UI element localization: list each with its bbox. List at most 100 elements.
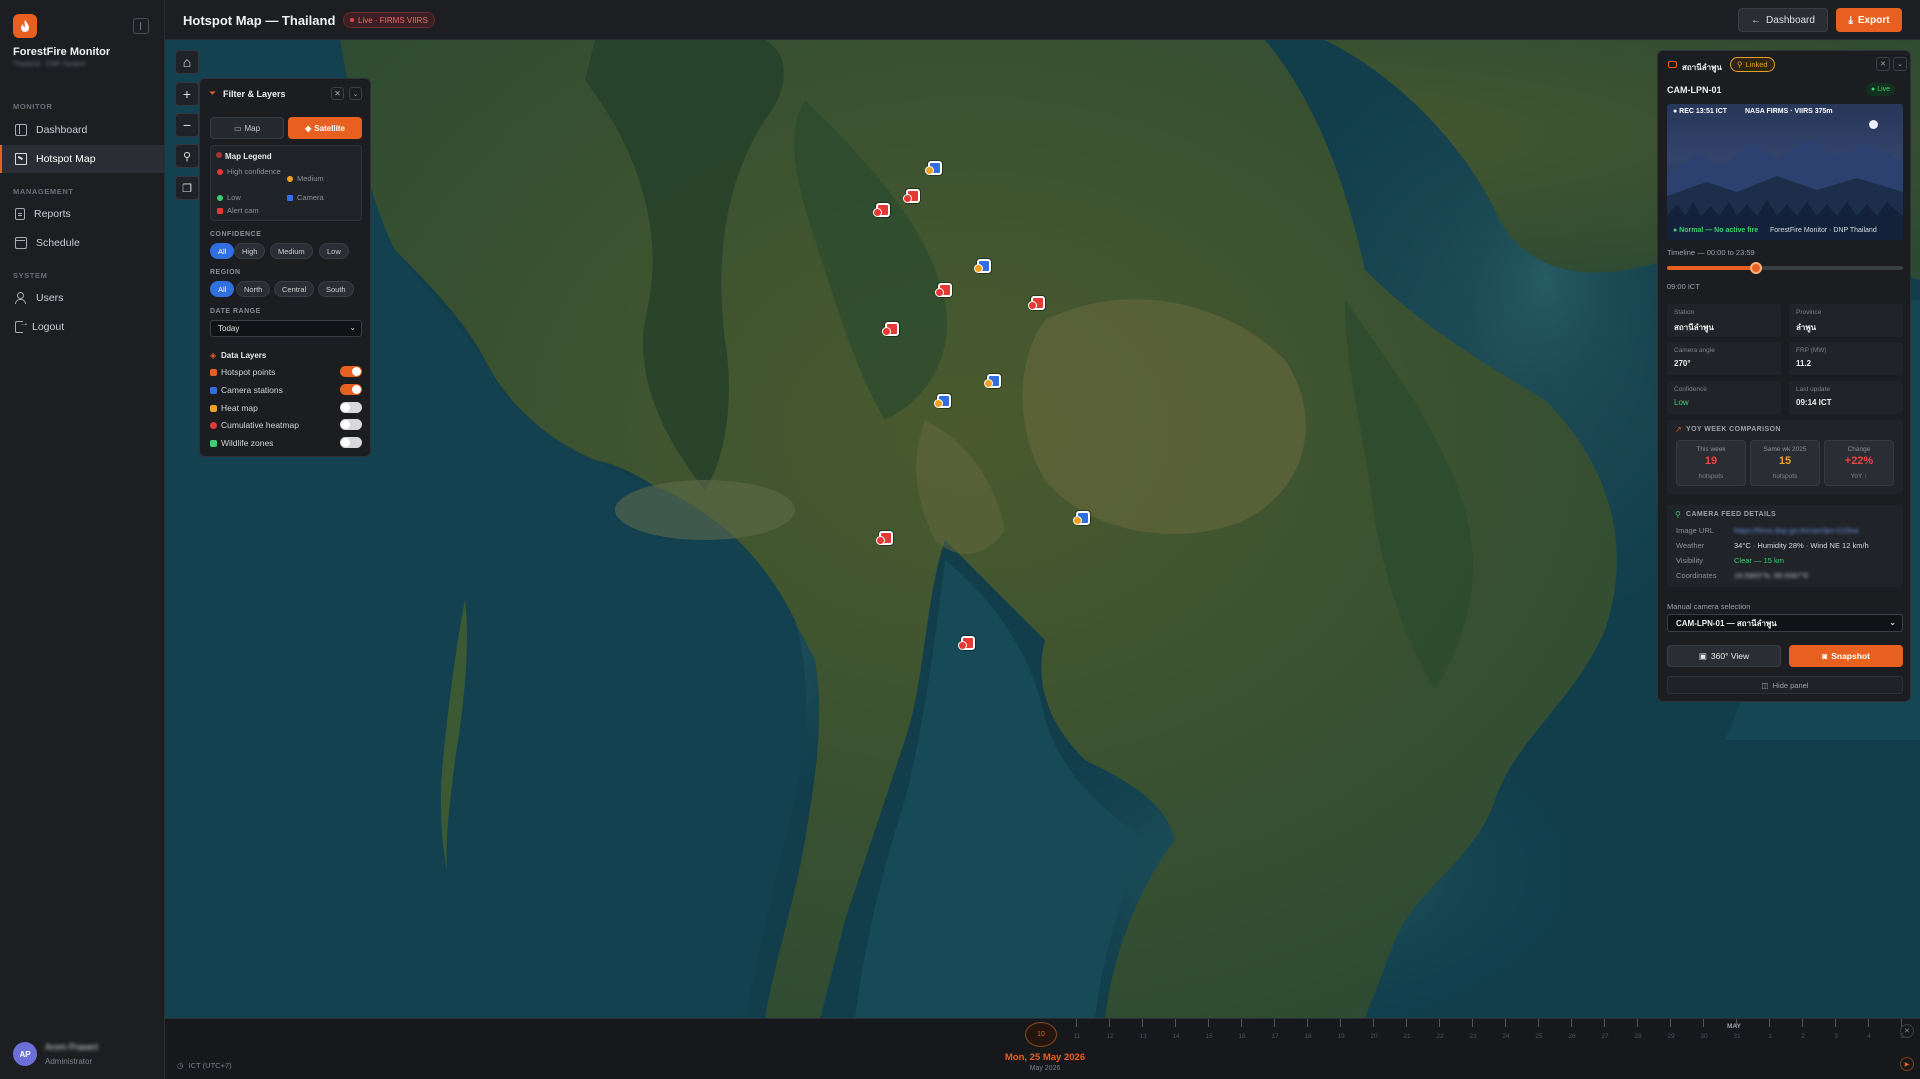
timezone-text: ICT (UTC+7) bbox=[188, 1061, 232, 1070]
legend-label: Alert cam bbox=[227, 206, 259, 215]
yoy-card-this-week: This week 19 hotspots bbox=[1676, 440, 1746, 486]
feed-source-label: NASA FIRMS · VIIRS 375m bbox=[1745, 108, 1833, 115]
sidebar-item-users[interactable]: Users bbox=[0, 284, 165, 312]
timeline-tick-label: 13 bbox=[1139, 1033, 1147, 1040]
date-timeline[interactable]: 11 12 13 14 15 16 17 18 19 20 21 22 23 24 25 26 27 28 29 30… bbox=[165, 1018, 1920, 1079]
camera-station-marker[interactable] bbox=[925, 161, 942, 175]
snapshot-button[interactable]: ◙ Snapshot bbox=[1789, 645, 1903, 667]
region-chip-central[interactable]: Central bbox=[274, 281, 315, 297]
info-value: 11.2 bbox=[1796, 359, 1812, 368]
copy-layer-button[interactable]: ❐ bbox=[175, 176, 199, 200]
close-camera-panel-button[interactable]: ✕ bbox=[1876, 57, 1890, 71]
sidebar-item-label: Schedule bbox=[36, 237, 80, 249]
sidebar-item-schedule[interactable]: Schedule bbox=[0, 229, 165, 257]
confidence-chip-medium[interactable]: Medium bbox=[270, 243, 313, 259]
legend-label: High confidence bbox=[227, 167, 281, 176]
date-range-select[interactable]: Today ⌄ bbox=[210, 320, 362, 337]
info-confidence: Confidence Low bbox=[1667, 381, 1781, 414]
camera-station-marker[interactable] bbox=[974, 259, 991, 273]
info-key: Confidence bbox=[1674, 386, 1707, 393]
timeline-month: May 2026 bbox=[1029, 1065, 1061, 1072]
zoom-in-button[interactable]: + bbox=[175, 82, 199, 106]
confidence-chip-high[interactable]: High bbox=[234, 243, 266, 259]
export-button[interactable]: ⤓ Export bbox=[1836, 8, 1902, 32]
avatar[interactable]: AP bbox=[13, 1042, 37, 1066]
heat-map-toggle[interactable] bbox=[340, 402, 362, 413]
collapse-sidebar-icon[interactable] bbox=[133, 18, 149, 34]
hotspot-marker[interactable] bbox=[958, 636, 975, 650]
collapse-filter-panel-button[interactable]: ⌄ bbox=[349, 87, 362, 100]
camera-station-marker[interactable] bbox=[934, 394, 951, 408]
hide-panel-button[interactable]: ◫ Hide panel bbox=[1667, 676, 1903, 694]
hotspot-points-toggle[interactable] bbox=[340, 366, 362, 377]
export-button-label: Export bbox=[1857, 14, 1890, 26]
view-360-button[interactable]: ▣ 360° View bbox=[1667, 645, 1781, 667]
copy-icon: ❐ bbox=[182, 182, 192, 195]
home-button[interactable]: ⌂ bbox=[175, 50, 199, 74]
hotspot-marker[interactable] bbox=[876, 531, 893, 545]
yoy-card-change: Change +22% YoY ↑ bbox=[1824, 440, 1894, 486]
layer-row-wildlife-zones: Wildlife zones bbox=[210, 436, 362, 450]
view-map-button[interactable]: ▭ Map bbox=[210, 117, 284, 139]
sidebar-item-reports[interactable]: Reports bbox=[0, 200, 165, 228]
close-filter-panel-button[interactable]: ✕ bbox=[331, 87, 344, 100]
region-chip-north[interactable]: North bbox=[236, 281, 271, 297]
feed-detail-value: Clear — 15 km bbox=[1734, 556, 1785, 565]
hide-icon: ◫ bbox=[1761, 680, 1769, 690]
panorama-icon: ▣ bbox=[1698, 650, 1707, 661]
legend-title: Map Legend bbox=[225, 152, 272, 161]
zoom-out-button[interactable]: − bbox=[175, 113, 199, 137]
camera-station-marker[interactable] bbox=[1073, 511, 1090, 525]
info-key: FRP (MW) bbox=[1796, 347, 1827, 354]
link-icon: ⚲ bbox=[1675, 510, 1681, 519]
feed-status-label: ● Normal — No active fire bbox=[1673, 227, 1759, 234]
dashboard-button-label: Dashboard bbox=[1766, 14, 1815, 26]
camera-timeline-label: Timeline — 00:00 to 23:59 bbox=[1667, 248, 1755, 257]
camera-feed-view[interactable]: ● REC 13:51 ICT NASA FIRMS · VIIRS 375m … bbox=[1667, 104, 1903, 240]
view-map-label: Map bbox=[244, 123, 261, 133]
layer-row-heat-map: Heat map bbox=[210, 401, 362, 415]
region-chip-south[interactable]: South bbox=[318, 281, 354, 297]
hotspot-marker[interactable] bbox=[935, 283, 952, 297]
image-url-link[interactable]: https://firms.dnp.go.th/cam/lpn-01/live bbox=[1734, 526, 1859, 535]
timeline-tick-label: 12 bbox=[1106, 1033, 1114, 1040]
filter-icon: ⏷ bbox=[209, 88, 217, 98]
map-icon bbox=[15, 153, 27, 165]
collapse-camera-panel-button[interactable]: ⌄ bbox=[1893, 57, 1907, 71]
sidebar-item-label: Hotspot Map bbox=[36, 153, 96, 165]
layer-row-hotspot-points: Hotspot points bbox=[210, 365, 362, 379]
camera-timeline-handle[interactable] bbox=[1749, 262, 1762, 274]
camera-timeline-slider[interactable] bbox=[1667, 262, 1903, 274]
confidence-chip-all[interactable]: All bbox=[210, 243, 235, 259]
info-key: Last update bbox=[1796, 386, 1830, 393]
filter-layers-button[interactable]: ⚲ bbox=[175, 144, 199, 168]
filter-layers-panel: ⏷ Filter & Layers ✕ ⌄ ▭ Map ◈ Satellite … bbox=[199, 78, 371, 457]
hotspot-marker[interactable] bbox=[873, 203, 890, 217]
sidebar-item-hotspot-map[interactable]: Hotspot Map bbox=[0, 145, 165, 173]
live-dot-icon bbox=[350, 18, 354, 22]
sidebar-item-logout[interactable]: Logout bbox=[0, 313, 165, 341]
layer-label: Wildlife zones bbox=[221, 438, 274, 448]
cumulative-heatmap-toggle[interactable] bbox=[340, 419, 362, 430]
hotspot-marker[interactable] bbox=[882, 322, 899, 336]
camera-station-marker[interactable] bbox=[984, 374, 1001, 388]
users-icon bbox=[15, 292, 27, 304]
dashboard-button[interactable]: ← Dashboard bbox=[1738, 8, 1828, 32]
region-chip-all[interactable]: All bbox=[210, 281, 235, 297]
camera-stations-toggle[interactable] bbox=[340, 384, 362, 395]
info-station: Station สถานีลำพูน bbox=[1667, 304, 1781, 337]
current-day-marker[interactable]: 10 bbox=[1025, 1022, 1057, 1047]
timeline-tick-label: 26 bbox=[1568, 1033, 1576, 1040]
play-timeline-button[interactable]: ▶ bbox=[1900, 1057, 1914, 1071]
legend-icon bbox=[216, 152, 222, 158]
timeline-tick-label: 16 bbox=[1238, 1033, 1246, 1040]
sidebar-item-dashboard[interactable]: Dashboard bbox=[0, 116, 165, 144]
hotspot-marker[interactable] bbox=[1028, 296, 1045, 310]
close-timeline-button[interactable]: ✕ bbox=[1900, 1024, 1914, 1038]
view-satellite-button[interactable]: ◈ Satellite bbox=[288, 117, 362, 139]
manual-camera-select[interactable]: CAM-LPN-01 — สถานีลำพูน ⌄ bbox=[1667, 614, 1903, 632]
confidence-chip-low[interactable]: Low bbox=[319, 243, 349, 259]
legend-dot bbox=[217, 195, 223, 201]
wildlife-zones-toggle[interactable] bbox=[340, 437, 362, 448]
hotspot-marker[interactable] bbox=[903, 189, 920, 203]
